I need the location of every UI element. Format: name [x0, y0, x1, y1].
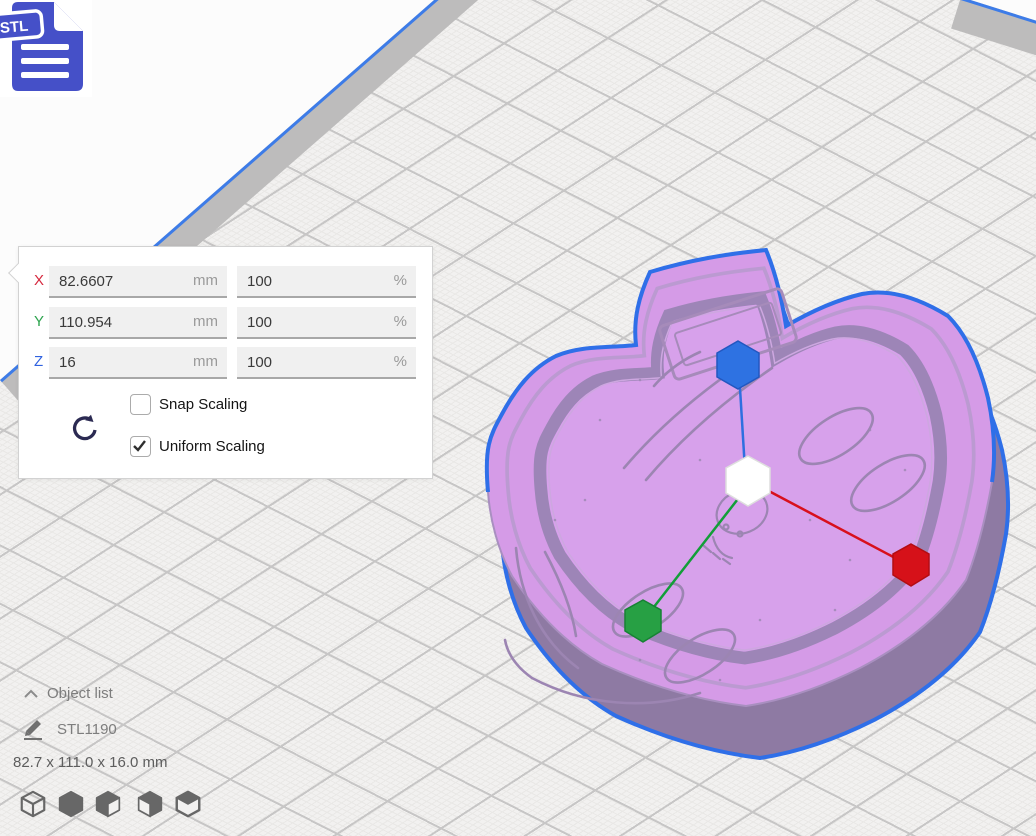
z-percent-input[interactable]: [237, 347, 416, 377]
snap-scaling-checkbox[interactable]: [130, 394, 151, 415]
x-mm-unit: mm: [193, 272, 218, 289]
scale-row-z: Z mm %: [19, 347, 432, 377]
snap-scaling-label: Snap Scaling: [159, 396, 247, 413]
x-percent-unit: %: [394, 272, 407, 289]
collapse-caret-icon[interactable]: [23, 689, 39, 699]
y-percent-input[interactable]: [237, 307, 416, 337]
z-mm-unit: mm: [193, 353, 218, 370]
y-mm-unit: mm: [193, 313, 218, 330]
scale-tool-panel: X mm % Y mm % Z mm: [18, 246, 433, 479]
scale-row-x: X mm %: [19, 266, 432, 296]
checkmark-icon: [131, 437, 148, 454]
uniform-scaling-checkbox[interactable]: [130, 436, 151, 457]
view-left-button[interactable]: [134, 788, 166, 822]
y-mm-field: mm: [49, 307, 227, 339]
view-3d-button[interactable]: [17, 788, 49, 822]
view-right-icon: [173, 788, 203, 820]
object-list-title[interactable]: Object list: [47, 685, 113, 702]
object-list-item-name[interactable]: STL1190: [57, 721, 117, 738]
view-top-icon: [93, 788, 123, 820]
view-left-icon: [135, 788, 165, 820]
uniform-scaling-label: Uniform Scaling: [159, 438, 265, 455]
stl-label: STL: [0, 18, 29, 37]
x-percent-input[interactable]: [237, 266, 416, 296]
view-right-button[interactable]: [172, 788, 204, 822]
y-percent-unit: %: [394, 313, 407, 330]
view-top-button[interactable]: [92, 788, 124, 822]
x-percent-field: %: [237, 266, 416, 298]
slicer-viewport-screen: STL X mm % Y mm %: [0, 0, 1036, 836]
z-percent-field: %: [237, 347, 416, 379]
stl-file-icon: STL: [0, 0, 92, 97]
x-mm-field: mm: [49, 266, 227, 298]
view-3d-icon: [18, 788, 48, 820]
y-percent-field: %: [237, 307, 416, 339]
z-percent-unit: %: [394, 353, 407, 370]
stl-document-icon: STL: [0, 0, 92, 97]
scale-row-y: Y mm %: [19, 307, 432, 337]
view-front-icon: [56, 788, 86, 820]
object-dimensions: 82.7 x 111.0 x 16.0 mm: [13, 754, 168, 771]
reset-counterclockwise-arrow-icon: [67, 414, 99, 446]
view-front-button[interactable]: [55, 788, 87, 822]
z-mm-field: mm: [49, 347, 227, 379]
reset-scale-button[interactable]: [67, 414, 99, 446]
edit-pencil-icon[interactable]: [21, 716, 47, 742]
